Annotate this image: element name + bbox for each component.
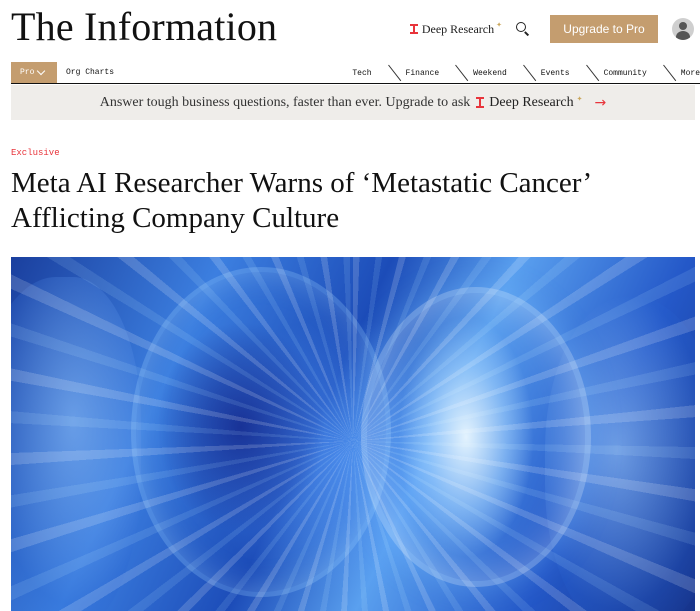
sparkle-icon: ✦ bbox=[576, 94, 583, 103]
main-nav: Pro Org Charts Tech Finance Weekend Even… bbox=[11, 62, 700, 84]
deep-research-logo-icon bbox=[476, 97, 485, 108]
deep-research-logo-icon bbox=[409, 24, 418, 34]
hero-light-streaks bbox=[11, 257, 695, 611]
nav-item-finance[interactable]: Finance bbox=[406, 62, 440, 84]
article-kicker: Exclusive bbox=[11, 148, 60, 158]
nav-divider bbox=[578, 62, 596, 84]
nav-item-more[interactable]: More bbox=[681, 62, 700, 84]
sparkle-icon: ✦ bbox=[496, 21, 502, 29]
upgrade-to-pro-button[interactable]: Upgrade to Pro bbox=[550, 15, 658, 43]
nav-divider bbox=[655, 62, 673, 84]
user-avatar-icon[interactable] bbox=[672, 18, 694, 40]
nav-item-tech[interactable]: Tech bbox=[352, 62, 371, 84]
nav-item-weekend[interactable]: Weekend bbox=[473, 62, 507, 84]
promo-deep-research-label: Deep Research bbox=[489, 94, 574, 110]
promo-text: Answer tough business questions, faster … bbox=[99, 94, 471, 110]
nav-divider bbox=[447, 62, 465, 84]
promo-deep-research: Deep Research ✦ bbox=[476, 94, 583, 111]
site-logo[interactable]: The Information bbox=[11, 4, 277, 50]
deep-research-link[interactable]: Deep Research ✦ bbox=[409, 21, 502, 37]
search-icon[interactable] bbox=[514, 20, 532, 38]
nav-item-events[interactable]: Events bbox=[541, 62, 570, 84]
nav-org-charts[interactable]: Org Charts bbox=[66, 62, 114, 83]
header-actions: Deep Research ✦ Upgrade to Pro bbox=[409, 14, 700, 44]
nav-pro-label: Pro bbox=[20, 68, 35, 77]
deep-research-promo-banner[interactable]: Answer tough business questions, faster … bbox=[11, 85, 695, 120]
nav-pro-dropdown[interactable]: Pro bbox=[11, 62, 57, 83]
deep-research-label: Deep Research bbox=[421, 21, 495, 36]
nav-sections: Tech Finance Weekend Events Community Mo… bbox=[352, 62, 700, 84]
chevron-down-icon bbox=[37, 66, 46, 76]
nav-item-community[interactable]: Community bbox=[604, 62, 647, 84]
arrow-right-icon: → bbox=[594, 94, 607, 111]
hero-image bbox=[11, 257, 695, 611]
nav-divider bbox=[515, 62, 533, 84]
article-headline: Meta AI Researcher Warns of ‘Metastatic … bbox=[11, 167, 591, 234]
nav-divider bbox=[380, 62, 398, 84]
